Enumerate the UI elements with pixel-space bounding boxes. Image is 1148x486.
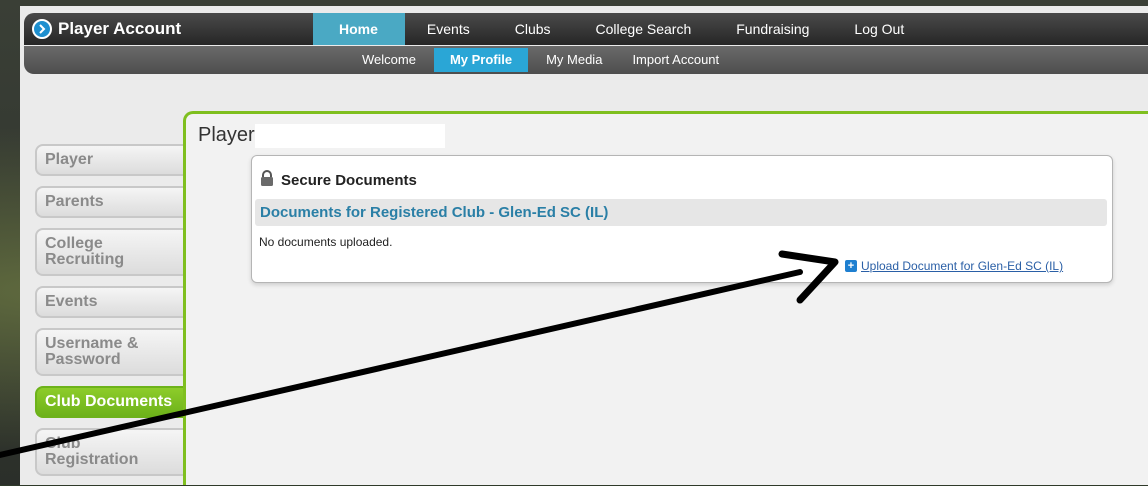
- empty-state-text: No documents uploaded.: [259, 235, 393, 249]
- brand[interactable]: Player Account: [32, 17, 181, 41]
- circle-arrow-right-icon: [32, 19, 52, 39]
- plus-icon[interactable]: +: [845, 260, 857, 272]
- card-heading: Secure Documents: [281, 172, 417, 189]
- side-item-player[interactable]: Player: [35, 144, 185, 176]
- side-item-events[interactable]: Events: [35, 286, 185, 318]
- sub-tabs: Welcome My Profile My Media Import Accou…: [350, 48, 737, 74]
- side-item-club-registration[interactable]: Club Registration: [35, 428, 185, 476]
- side-item-parents[interactable]: Parents: [35, 186, 185, 218]
- main-tab-college-search[interactable]: College Search: [574, 13, 715, 45]
- redacted-name: [255, 124, 445, 148]
- main-tab-log-out[interactable]: Log Out: [832, 13, 927, 45]
- lock-icon: [259, 170, 275, 191]
- main-tab-clubs[interactable]: Clubs: [493, 13, 574, 45]
- page-title: Player: [198, 124, 255, 146]
- main-tab-home[interactable]: Home: [313, 13, 405, 45]
- main-tab-events[interactable]: Events: [405, 13, 493, 45]
- side-item-club-documents[interactable]: Club Documents: [35, 386, 185, 418]
- club-documents-title: Documents for Registered Club - Glen-Ed …: [260, 204, 609, 221]
- sub-tab-my-profile[interactable]: My Profile: [433, 48, 529, 72]
- card-header: Secure Documents: [259, 170, 417, 191]
- upload-document-action[interactable]: + Upload Document for Glen-Ed SC (IL): [845, 259, 1063, 273]
- main-tab-fundraising[interactable]: Fundraising: [714, 13, 832, 45]
- upload-document-link[interactable]: Upload Document for Glen-Ed SC (IL): [861, 259, 1063, 273]
- side-item-username-password[interactable]: Username & Password: [35, 328, 185, 376]
- side-item-college-recruiting[interactable]: College Recruiting: [35, 228, 185, 276]
- sub-tab-my-media[interactable]: My Media: [534, 48, 614, 72]
- side-nav: Player Parents College Recruiting Events…: [35, 144, 187, 486]
- sub-tab-import-account[interactable]: Import Account: [620, 48, 731, 72]
- app-title: Player Account: [58, 19, 182, 38]
- sub-tab-welcome[interactable]: Welcome: [350, 48, 428, 72]
- main-tabs: Home Events Clubs College Search Fundrai…: [313, 13, 927, 45]
